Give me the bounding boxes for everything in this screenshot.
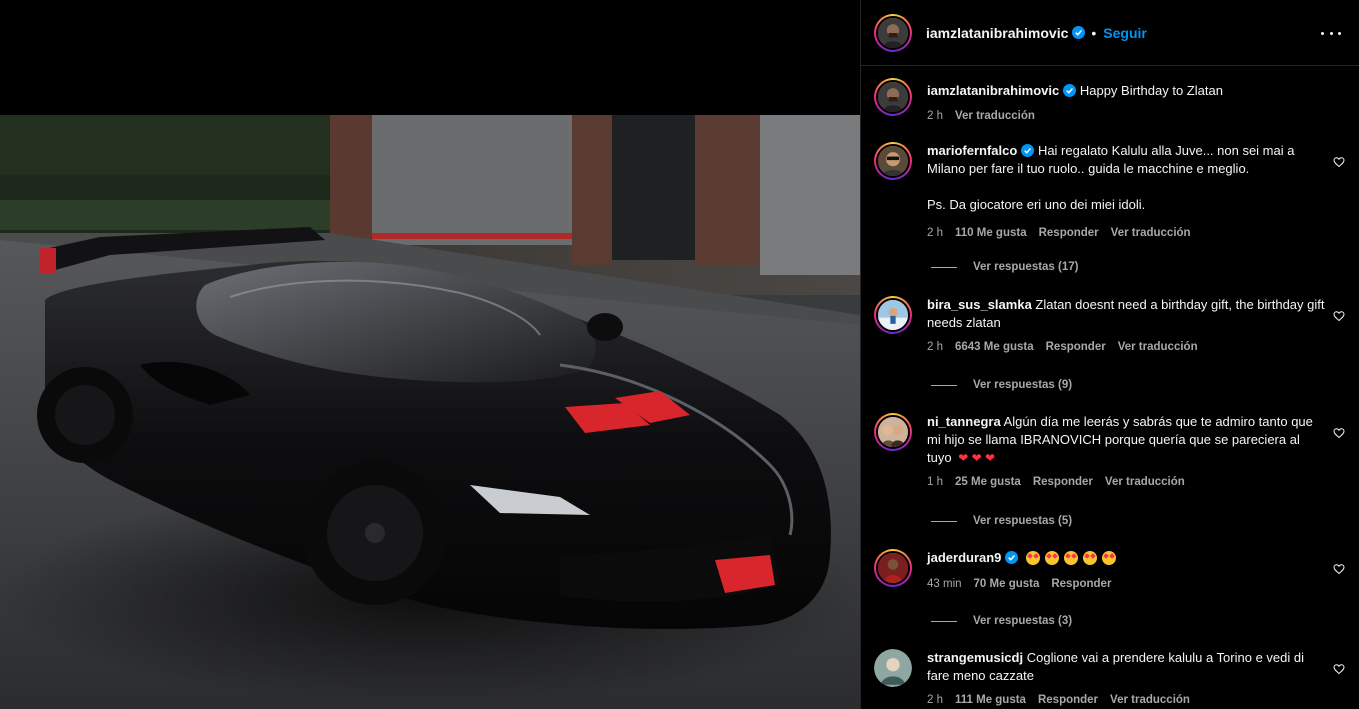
comment-likes[interactable]: 25 Me gusta (955, 473, 1021, 491)
translate-link[interactable]: Ver traducción (1111, 224, 1191, 242)
like-heart-icon[interactable] (1333, 663, 1345, 675)
more-options-icon[interactable] (1321, 24, 1341, 42)
comment-time: 2 h (927, 227, 943, 239)
like-heart-icon[interactable] (1333, 427, 1345, 439)
post-side-panel: iamzlatanibrahimovic • Seguir iamzlatani… (860, 0, 1359, 709)
comment-username[interactable]: mariofernfalco (927, 143, 1017, 158)
comment-username[interactable]: ni_tannegra (927, 414, 1001, 429)
view-replies-link[interactable]: Ver respuestas (3) (931, 615, 1072, 627)
comment-time: 1 h (927, 476, 943, 488)
commenter-avatar[interactable] (874, 296, 912, 334)
commenter-avatar[interactable] (874, 142, 912, 180)
post-media[interactable] (0, 0, 860, 709)
reply-button[interactable]: Responder (1033, 473, 1093, 491)
commenter-avatar[interactable] (874, 413, 912, 451)
comment-time: 2 h (927, 341, 943, 353)
red-hearts-emoji: ❤ ❤ ❤ (958, 451, 996, 465)
view-replies-link[interactable]: Ver respuestas (9) (931, 379, 1072, 391)
post-header: iamzlatanibrahimovic • Seguir (861, 0, 1359, 66)
comment-text-second-paragraph: Ps. Da giocatore eri uno dei miei idoli. (927, 197, 1146, 212)
verified-badge-icon (1005, 551, 1019, 564)
translate-link[interactable]: Ver traducción (1118, 338, 1198, 356)
commenter-avatar[interactable] (874, 649, 912, 687)
comment-likes[interactable]: 111 Me gusta (955, 691, 1026, 709)
comment-item: bira_sus_slamka Zlatan doesnt need a bir… (874, 296, 1345, 356)
comment-username[interactable]: bira_sus_slamka (927, 297, 1032, 312)
comment-item: mariofernfalco Hai regalato Kalulu alla … (874, 142, 1345, 242)
comment-item: ni_tannegra Algún día me leerás y sabrás… (874, 413, 1345, 491)
comment-likes[interactable]: 110 Me gusta (955, 224, 1027, 242)
translate-link[interactable]: Ver traducción (1105, 473, 1185, 491)
caption-author-avatar[interactable] (874, 78, 912, 116)
comment-likes[interactable]: 70 Me gusta (974, 575, 1040, 593)
comment-username[interactable]: strangemusicdj (927, 650, 1023, 665)
comments-list[interactable]: iamzlatanibrahimovic Happy Birthday to Z… (861, 67, 1359, 709)
verified-badge-icon (1021, 144, 1035, 157)
verified-badge-icon (1063, 84, 1077, 97)
verified-badge-icon (1072, 26, 1086, 39)
header-separator: • (1091, 24, 1097, 41)
caption-translate-link[interactable]: Ver traducción (955, 107, 1035, 125)
author-username[interactable]: iamzlatanibrahimovic (926, 25, 1068, 41)
reply-button[interactable]: Responder (1038, 691, 1098, 709)
post-photo-black-ferrari (0, 115, 860, 709)
view-replies-link[interactable]: Ver respuestas (17) (931, 261, 1078, 273)
comment-item: strangemusicdj Coglione vai a prendere k… (874, 649, 1345, 709)
comment-time: 43 min (927, 578, 962, 590)
commenter-avatar[interactable] (874, 549, 912, 587)
reply-button[interactable]: Responder (1046, 338, 1106, 356)
like-heart-icon[interactable] (1333, 563, 1345, 575)
reply-button[interactable]: Responder (1051, 575, 1111, 593)
comment-likes[interactable]: 6643 Me gusta (955, 338, 1034, 356)
heart-eyes-emoji-icon (1026, 550, 1121, 565)
follow-button[interactable]: Seguir (1103, 25, 1147, 41)
post-caption: iamzlatanibrahimovic Happy Birthday to Z… (874, 78, 1345, 125)
comment-item: jaderduran9 43 min 70 Me gusta Responder (874, 549, 1345, 593)
view-replies-link[interactable]: Ver respuestas (5) (931, 515, 1072, 527)
caption-username[interactable]: iamzlatanibrahimovic (927, 83, 1059, 98)
reply-button[interactable]: Responder (1039, 224, 1099, 242)
caption-time: 2 h (927, 110, 943, 122)
author-avatar[interactable] (874, 13, 912, 52)
comment-time: 2 h (927, 694, 943, 706)
caption-text: Happy Birthday to Zlatan (1079, 83, 1223, 98)
like-heart-icon[interactable] (1333, 310, 1345, 322)
comment-username[interactable]: jaderduran9 (927, 550, 1001, 565)
like-heart-icon[interactable] (1333, 156, 1345, 168)
translate-link[interactable]: Ver traducción (1110, 691, 1190, 709)
